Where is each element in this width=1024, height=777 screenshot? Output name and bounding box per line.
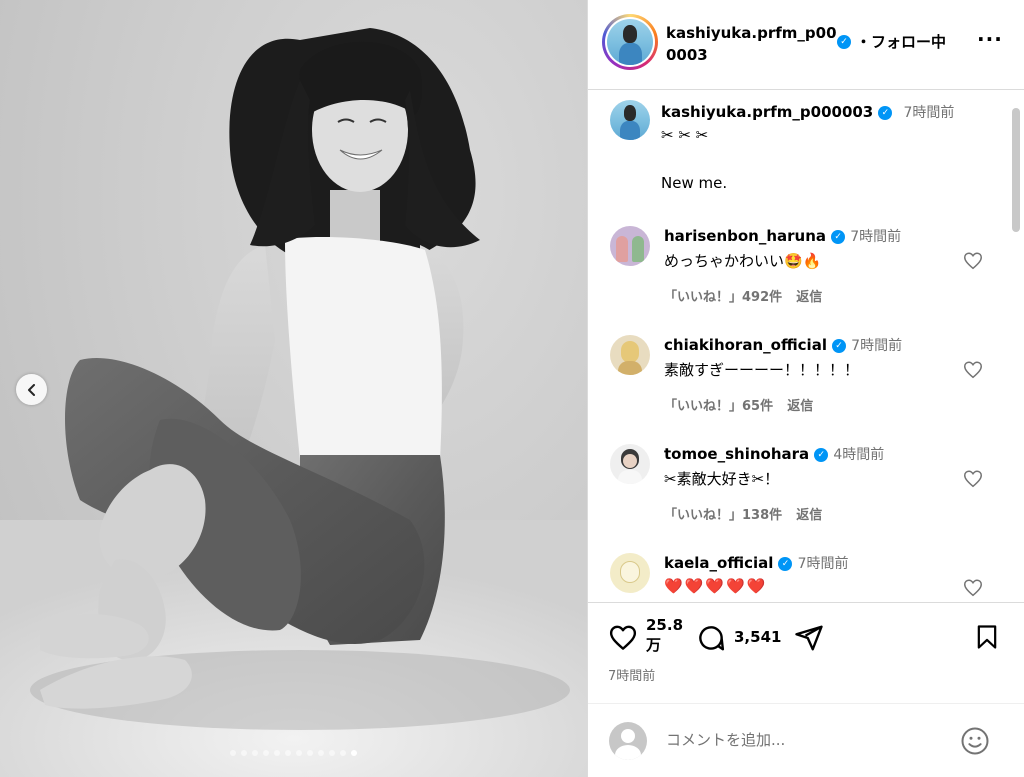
carousel-dot (241, 750, 247, 756)
more-options-icon[interactable]: ··· (977, 29, 1003, 49)
chevron-left-icon (27, 383, 35, 396)
post-actions: 25.8 万 3,541 7時間前 (588, 602, 1024, 777)
author-username[interactable]: kashiyuka.prfm_p000003 (666, 22, 844, 66)
carousel-dot (340, 750, 346, 756)
commenter-username[interactable]: kaela_official (664, 554, 773, 572)
caption-text-line2: New me. (661, 174, 728, 192)
comment-likes[interactable]: 「いいね！」492件 (664, 290, 782, 305)
post-photo (0, 0, 587, 777)
caption-avatar[interactable] (610, 100, 650, 140)
verified-badge-icon: ✓ (814, 447, 829, 462)
reply-button[interactable]: 返信 (787, 399, 813, 414)
verified-badge-icon: ✓ (831, 229, 846, 244)
comments-list[interactable]: kashiyuka.prfm_p000003 ✓ 7時間前 ✂ ✂ ✂ New … (588, 90, 1024, 602)
carousel-dot (274, 750, 280, 756)
like-count[interactable]: 25.8 万 (646, 615, 683, 655)
follow-status-button[interactable]: ・フォロー中 (856, 31, 946, 52)
comment-count[interactable]: 3,541 (734, 628, 781, 646)
comment-item: chiakihoran_official ✓ 7時間前 素敵すぎーーーー！！！！… (588, 335, 1024, 435)
comment-time[interactable]: 7時間前 (798, 556, 849, 572)
commenter-username[interactable]: harisenbon_haruna (664, 227, 826, 245)
carousel-dot (230, 750, 236, 756)
comment-item: kaela_official ✓ 7時間前 ❤️❤️❤️❤️❤️ (588, 553, 1024, 602)
like-count-value: 25.8 (646, 616, 684, 634)
comments-scrollbar[interactable] (1012, 108, 1020, 232)
comment-time[interactable]: 7時間前 (850, 229, 901, 245)
post-header: kashiyuka.prfm_p000003 ✓ ・フォロー中 ··· (588, 0, 1024, 90)
carousel-dot (263, 750, 269, 756)
like-icon[interactable] (608, 623, 638, 653)
post-side-panel: kashiyuka.prfm_p000003 ✓ ・フォロー中 ··· kash… (587, 0, 1024, 777)
carousel-dot (351, 750, 357, 756)
commenter-avatar[interactable] (610, 226, 650, 266)
commenter-avatar[interactable] (610, 553, 650, 593)
verified-badge-icon: ✓ (837, 35, 851, 49)
post-time[interactable]: 7時間前 (608, 665, 655, 684)
comment-like-icon[interactable] (962, 250, 984, 272)
comment-icon[interactable] (696, 623, 726, 653)
reply-button[interactable]: 返信 (796, 508, 822, 523)
author-avatar[interactable] (607, 19, 653, 65)
commenter-avatar[interactable] (610, 444, 650, 484)
comment-text: めっちゃかわいい🤩🔥 (664, 252, 822, 270)
comment-likes[interactable]: 「いいね！」65件 (664, 399, 773, 414)
reply-button[interactable]: 返信 (796, 290, 822, 305)
comment-text: 素敵すぎーーーー！！！！！ (664, 361, 860, 379)
photo-image (0, 28, 587, 777)
share-icon[interactable] (794, 623, 824, 653)
verified-badge-icon: ✓ (878, 105, 893, 120)
comment-text: ✂素敵大好き✂！ (664, 470, 780, 488)
comment-item: tomoe_shinohara ✓ 4時間前 ✂素敵大好き✂！ 「いいね！」13… (588, 444, 1024, 544)
carousel-dot (285, 750, 291, 756)
carousel-dot (296, 750, 302, 756)
emoji-icon[interactable] (960, 726, 990, 756)
add-comment-bar (588, 703, 1024, 777)
verified-badge-icon: ✓ (778, 556, 793, 571)
comment-time[interactable]: 4時間前 (833, 447, 884, 463)
comment-like-icon[interactable] (962, 359, 984, 381)
commenter-username[interactable]: tomoe_shinohara (664, 445, 809, 463)
carousel-dot (329, 750, 335, 756)
comment-time[interactable]: 7時間前 (851, 338, 902, 354)
caption-time[interactable]: 7時間前 (903, 105, 954, 121)
commenter-avatar[interactable] (610, 335, 650, 375)
carousel-dot (318, 750, 324, 756)
caption-username[interactable]: kashiyuka.prfm_p000003 (661, 103, 873, 121)
bookmark-icon[interactable] (973, 623, 1001, 651)
carousel-dot (252, 750, 258, 756)
comment-like-icon[interactable] (962, 468, 984, 490)
comment-text: ❤️❤️❤️❤️❤️ (664, 577, 768, 595)
comment-likes[interactable]: 「いいね！」138件 (664, 508, 782, 523)
story-ring[interactable] (602, 14, 658, 70)
commenter-username[interactable]: chiakihoran_official (664, 336, 827, 354)
comment-like-icon[interactable] (962, 577, 984, 599)
carousel-dot (307, 750, 313, 756)
comment-item: harisenbon_haruna ✓ 7時間前 めっちゃかわいい🤩🔥 「いいね… (588, 226, 1024, 326)
carousel-prev-button[interactable] (16, 374, 47, 405)
carousel-indicator (0, 750, 587, 756)
verified-badge-icon: ✓ (832, 338, 847, 353)
comment-input[interactable] (666, 731, 946, 749)
like-count-unit: 万 (646, 636, 662, 654)
current-user-avatar (609, 722, 647, 760)
caption-text-line1: ✂ ✂ ✂ (661, 126, 709, 144)
